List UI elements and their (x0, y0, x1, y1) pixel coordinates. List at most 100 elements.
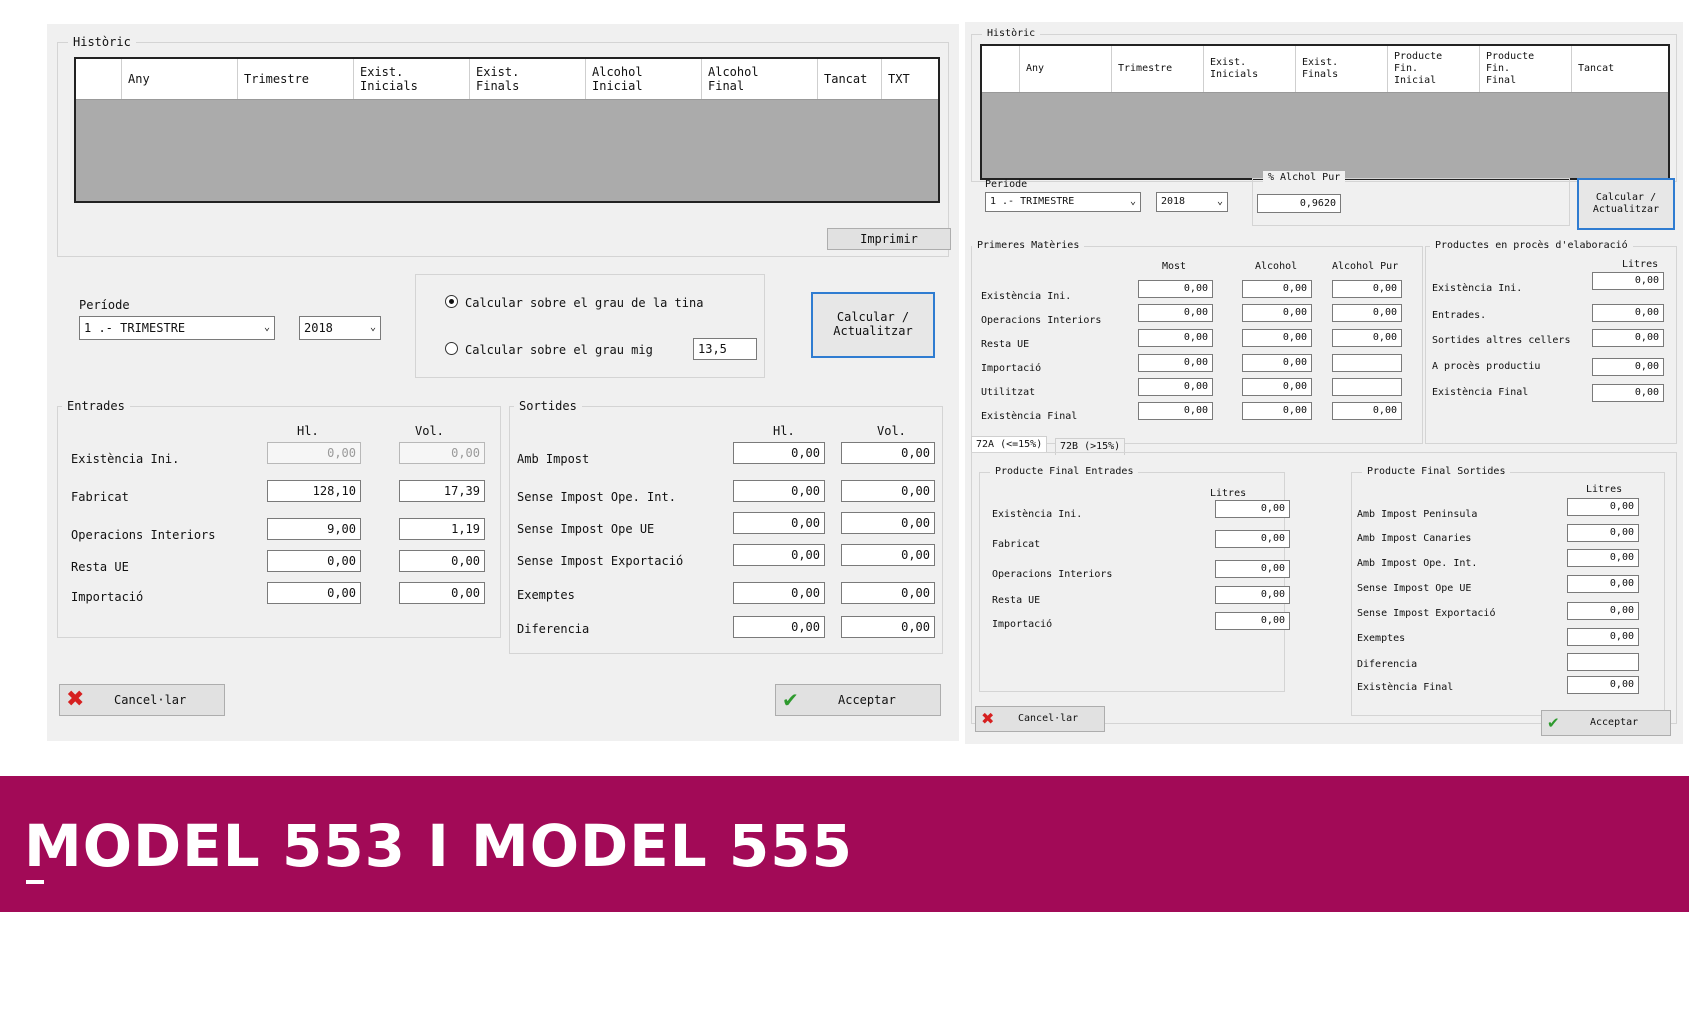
pf-sortides-litres-input[interactable]: 0,00 (1567, 549, 1639, 567)
primeres-alcohol-input[interactable]: 0,00 (1242, 304, 1312, 322)
primeres-alcohol-pur-input[interactable] (1332, 354, 1402, 372)
pf-sortides-litres-input[interactable]: 0,00 (1567, 524, 1639, 542)
year-select[interactable]: 2018 ⌄ (299, 316, 381, 340)
grid-col-exist-inicials[interactable]: Exist. Inicials (354, 59, 470, 99)
entrades-vol-input[interactable]: 17,39 (399, 480, 485, 502)
calcular-actualitzar-button[interactable]: Calcular / Actualitzar (1577, 178, 1675, 230)
primeres-alcohol-input[interactable]: 0,00 (1242, 280, 1312, 298)
sortides-vol-input[interactable]: 0,00 (841, 480, 935, 502)
grau-mig-input[interactable]: 13,5 (693, 338, 757, 360)
grid-col-tancat[interactable]: Tancat (818, 59, 882, 99)
chevron-down-icon: ⌄ (1216, 196, 1223, 207)
primeres-alcohol-pur-input[interactable]: 0,00 (1332, 280, 1402, 298)
imprimir-button[interactable]: Imprimir (827, 228, 951, 250)
sortides-hl-input[interactable]: 0,00 (733, 480, 825, 502)
pf-sortides-label: Producte Final Sortides (1362, 465, 1511, 479)
entrades-hl-input[interactable]: 0,00 (267, 582, 361, 604)
grid-col-trimestre[interactable]: Trimestre (238, 59, 354, 99)
pf-sortides-litres-input[interactable]: 0,00 (1567, 498, 1639, 516)
primeres-row-label: Importació (981, 363, 1042, 374)
entrades-vol-input[interactable]: 0,00 (399, 550, 485, 572)
pf-sortides-litres-input[interactable]: 0,00 (1567, 575, 1639, 593)
sortides-vol-input[interactable]: 0,00 (841, 512, 935, 534)
entrades-hl-input[interactable]: 9,00 (267, 518, 361, 540)
grid-col-any[interactable]: Any (1020, 46, 1112, 92)
primeres-most-input[interactable]: 0,00 (1138, 378, 1213, 396)
proces-litres-input[interactable]: 0,00 (1592, 358, 1664, 376)
sortides-hl-input[interactable]: 0,00 (733, 582, 825, 604)
proces-litres-input[interactable]: 0,00 (1592, 329, 1664, 347)
entrades-vol-input[interactable]: 0,00 (399, 442, 485, 464)
pf-sortides-litres-input[interactable]: 0,00 (1567, 602, 1639, 620)
grid-col-trimestre[interactable]: Trimestre (1112, 46, 1204, 92)
pf-sortides-row-label: Exemptes (1357, 633, 1406, 644)
entrades-hl-input[interactable]: 128,10 (267, 480, 361, 502)
entrades-vol-input[interactable]: 1,19 (399, 518, 485, 540)
pf-entrades-litres-input[interactable]: 0,00 (1215, 500, 1290, 518)
radio-grau-tina-label[interactable]: Calcular sobre el grau de la tina (465, 296, 703, 310)
historic-label: Històric (982, 27, 1041, 41)
alchol-pur-input[interactable]: 0,9620 (1257, 194, 1341, 213)
sortides-hl-input[interactable]: 0,00 (733, 544, 825, 566)
sortides-hl-input[interactable]: 0,00 (733, 512, 825, 534)
pf-entrades-litres-input[interactable]: 0,00 (1215, 586, 1290, 604)
primeres-most-input[interactable]: 0,00 (1138, 304, 1213, 322)
grid-col-txt[interactable]: TXT (882, 59, 938, 99)
periode-select[interactable]: 1 .- TRIMESTRE ⌄ (79, 316, 275, 340)
entrades-hl-input[interactable]: 0,00 (267, 442, 361, 464)
primeres-most-input[interactable]: 0,00 (1138, 280, 1213, 298)
primeres-row-label: Existència Final (981, 411, 1078, 422)
entrades-hl-input[interactable]: 0,00 (267, 550, 361, 572)
tab-72a[interactable]: 72A (<=15%) (971, 436, 1048, 453)
accept-button[interactable]: ✔ Acceptar (775, 684, 941, 716)
accept-button[interactable]: ✔ Acceptar (1541, 710, 1671, 736)
grid-col-exist-inicials[interactable]: Exist. Inicials (1204, 46, 1296, 92)
sortides-vol-input[interactable]: 0,00 (841, 544, 935, 566)
primeres-alcohol-pur-input[interactable]: 0,00 (1332, 329, 1402, 347)
grid-col-alcohol-inicial[interactable]: Alcohol Inicial (586, 59, 702, 99)
grid-col-producte-fin-final[interactable]: Producte Fin. Final (1480, 46, 1572, 92)
sortides-vol-input[interactable]: 0,00 (841, 616, 935, 638)
grid-col-any[interactable]: Any (122, 59, 238, 99)
sortides-vol-input[interactable]: 0,00 (841, 582, 935, 604)
primeres-alcohol-pur-input[interactable]: 0,00 (1332, 402, 1402, 420)
grid-col-exist-finals[interactable]: Exist. Finals (1296, 46, 1388, 92)
historic-grid[interactable]: Any Trimestre Exist. Inicials Exist. Fin… (980, 44, 1670, 180)
pf-entrades-label: Producte Final Entrades (990, 465, 1139, 479)
cancel-button[interactable]: ✖ Cancel·lar (975, 706, 1105, 732)
radio-grau-mig[interactable] (445, 342, 458, 355)
historic-grid[interactable]: Any Trimestre Exist. Inicials Exist. Fin… (74, 57, 940, 203)
primeres-alcohol-input[interactable]: 0,00 (1242, 354, 1312, 372)
radio-grau-mig-label[interactable]: Calcular sobre el grau mig (465, 343, 653, 357)
primeres-alcohol-pur-input[interactable] (1332, 378, 1402, 396)
calcular-actualitzar-button[interactable]: Calcular / Actualitzar (811, 292, 935, 358)
pf-sortides-litres-input[interactable] (1567, 653, 1639, 671)
grid-col-tancat[interactable]: Tancat (1572, 46, 1664, 92)
entrades-vol-input[interactable]: 0,00 (399, 582, 485, 604)
primeres-alcohol-input[interactable]: 0,00 (1242, 329, 1312, 347)
grid-col-alcohol-final[interactable]: Alcohol Final (702, 59, 818, 99)
primeres-most-input[interactable]: 0,00 (1138, 329, 1213, 347)
proces-litres-input[interactable]: 0,00 (1592, 384, 1664, 402)
primeres-most-input[interactable]: 0,00 (1138, 354, 1213, 372)
periode-select[interactable]: 1 .- TRIMESTRE ⌄ (985, 192, 1141, 212)
pf-entrades-litres-input[interactable]: 0,00 (1215, 530, 1290, 548)
cancel-button[interactable]: ✖ Cancel·lar (59, 684, 225, 716)
sortides-hl-input[interactable]: 0,00 (733, 442, 825, 464)
primeres-alcohol-input[interactable]: 0,00 (1242, 402, 1312, 420)
proces-litres-input[interactable]: 0,00 (1592, 272, 1664, 290)
pf-entrades-litres-input[interactable]: 0,00 (1215, 612, 1290, 630)
proces-litres-input[interactable]: 0,00 (1592, 304, 1664, 322)
pf-sortides-litres-input[interactable]: 0,00 (1567, 628, 1639, 646)
sortides-vol-input[interactable]: 0,00 (841, 442, 935, 464)
primeres-alcohol-pur-input[interactable]: 0,00 (1332, 304, 1402, 322)
radio-grau-tina[interactable] (445, 295, 458, 308)
sortides-hl-input[interactable]: 0,00 (733, 616, 825, 638)
primeres-most-input[interactable]: 0,00 (1138, 402, 1213, 420)
pf-sortides-litres-input[interactable]: 0,00 (1567, 676, 1639, 694)
primeres-alcohol-input[interactable]: 0,00 (1242, 378, 1312, 396)
pf-entrades-litres-input[interactable]: 0,00 (1215, 560, 1290, 578)
year-select[interactable]: 2018 ⌄ (1156, 192, 1228, 212)
grid-col-exist-finals[interactable]: Exist. Finals (470, 59, 586, 99)
grid-col-producte-fin-inicial[interactable]: Producte Fin. Inicial (1388, 46, 1480, 92)
